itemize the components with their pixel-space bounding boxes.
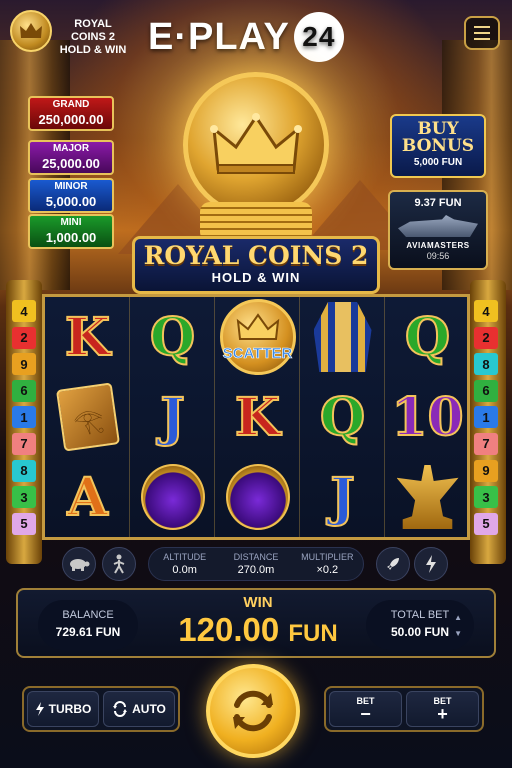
symbol-10: 10 [390,386,464,449]
crown-coin-icon: SCATTER [219,299,296,375]
lightning-icon[interactable] [414,547,448,581]
symbol-q: Q [319,386,366,449]
flight-stats-bar: ALTITUDE 0.0m DISTANCE 270.0m MULTIPLIER… [148,547,364,581]
reel-column: SCATTER K [215,297,300,537]
crown-icon [210,113,302,174]
symbol-j: J [159,386,186,449]
brand-number-badge: 24 [293,12,344,62]
reel-grid: K 𓂀 A Q J SCATTER K Q J Q 10 [42,294,470,540]
jackpot-major: MAJOR 25,000.00 [28,140,114,175]
payline-number: 4 [12,300,36,322]
auto-button[interactable]: AUTO [103,691,175,727]
payline-number: 2 [474,326,498,349]
payline-number: 5 [12,512,36,535]
brand-logo: E·PLAY 24 [148,12,344,62]
reel-cell: J [130,377,215,457]
multiplier-stat: MULTIPLIER ×0.2 [301,552,354,576]
bet-controls: BET − BET + [324,686,484,732]
balance-display: BALANCE 729.61 FUN [38,600,138,650]
symbol-k: K [234,386,281,449]
reel-cell: Q [300,377,385,457]
jackpot-mini: MINI 1,000.00 [28,214,114,249]
payline-number: 3 [474,486,498,509]
payline-number: 8 [474,353,498,376]
game-logo-icon [10,10,52,52]
book-symbol: 𓂀 [45,377,130,457]
payline-number: 5 [474,512,498,535]
scarab-icon [140,464,205,530]
turtle-icon[interactable] [62,547,96,581]
reel-column: QJ [300,297,385,537]
symbol-j: J [329,466,356,529]
scarab-symbol [215,457,300,537]
aviamasters-promo-tile[interactable]: 9.37 FUN AVIAMASTERS 09:56 [388,190,488,270]
payline-number: 7 [12,432,36,455]
aircraft-carrier-icon [398,215,478,237]
payline-number: 1 [474,406,498,429]
symbol-q: Q [149,306,196,369]
spin-button[interactable] [206,664,300,758]
balance-win-panel: BALANCE 729.61 FUN WIN 120.00 FUN TOTAL … [16,588,496,658]
payline-number: 6 [474,379,498,402]
reel-cell: Q [385,297,470,377]
payline-number: 6 [12,379,36,402]
reel-cell: A [45,457,130,537]
distance-stat: DISTANCE 270.0m [233,552,279,576]
pharaoh-icon [313,302,372,372]
pharaoh-symbol [300,297,385,377]
walker-icon[interactable] [102,547,136,581]
jackpot-grand: GRAND 250,000.00 [28,96,114,131]
payline-number: 4 [474,300,498,322]
autoplay-icon [113,701,128,717]
anubis-icon [396,465,459,529]
spin-arrows-icon [233,690,273,732]
reel-cell: K [215,377,300,457]
symbol-a: A [66,466,108,529]
menu-button[interactable] [464,16,500,50]
reel-cell: J [300,457,385,537]
payline-number: 3 [12,486,36,509]
buy-bonus-button[interactable]: BUY BONUS 5,000 FUN [390,114,486,178]
payline-number: 8 [12,459,36,482]
game-title-banner: ROYAL COINS 2 HOLD & WIN [132,236,380,294]
payline-number: 7 [474,432,498,455]
reel-column: K𓂀A [45,297,130,537]
scatter-symbol: SCATTER [215,297,300,377]
symbol-k: K [64,306,111,369]
lightning-icon [35,702,44,716]
scarab-symbol [130,457,215,537]
book-icon: 𓂀 [55,382,120,452]
payline-number: 1 [12,406,36,429]
payline-number: 2 [12,326,36,349]
win-display: WIN 120.00 FUN [178,594,338,648]
scarab-icon [225,464,290,530]
up-down-arrow-icon: ▲ ▼ [454,613,462,638]
anubis-symbol [385,457,470,537]
symbol-q: Q [404,306,451,369]
jackpot-minor: MINOR 5,000.00 [28,178,114,213]
reel-column: Q 10 [385,297,470,537]
reel-cell: Q [130,297,215,377]
game-title-small: ROYAL COINS 2 HOLD & WIN [59,18,127,56]
hamburger-icon [474,26,490,28]
payline-numbers-left: 4 2 9 6 1 7 8 3 5 [12,300,36,548]
scatter-label: SCATTER [222,344,293,362]
rocket-icon[interactable] [376,547,410,581]
total-bet-selector[interactable]: TOTAL BET 50.00 FUN ▲ ▼ [366,600,474,650]
payline-number: 9 [12,353,36,376]
payline-numbers-right: 4 2 8 6 1 7 9 3 5 [474,300,498,548]
turbo-button[interactable]: TURBO [27,691,99,727]
reel-column: QJ [130,297,215,537]
crown-coin-emblem [183,72,329,218]
reel-cell: K [45,297,130,377]
altitude-stat: ALTITUDE 0.0m [163,552,207,576]
bet-decrease-button[interactable]: BET − [329,691,402,727]
payline-number: 9 [474,459,498,482]
bet-increase-button[interactable]: BET + [406,691,479,727]
reel-cell: 10 [385,377,470,457]
mode-controls: TURBO AUTO [22,686,180,732]
